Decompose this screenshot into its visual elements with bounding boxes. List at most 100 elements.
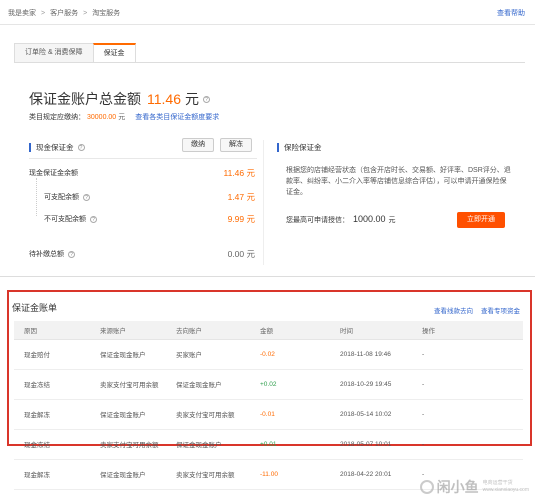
insurance-deposit-title: 保险保证金 — [284, 143, 322, 152]
cash-balance-label-text: 现金保证金余额 — [29, 170, 78, 177]
tab-bar-divider — [14, 62, 525, 63]
cell-time: 2018-05-14 10:02 — [330, 399, 412, 430]
cell-time: 2018-11-08 19:46 — [330, 339, 412, 370]
column-header-amount: 金额 — [250, 321, 330, 340]
table-header-row: 原因 来源账户 去向账户 金额 时间 操作 — [14, 321, 523, 340]
required-deposit-unit: 元 — [118, 114, 126, 121]
bill-title: 保证金账单 — [12, 303, 58, 313]
special-funds-link[interactable]: 查看专项资金 — [481, 305, 520, 315]
breadcrumb-item-taobao-service: 淘宝服务 — [92, 10, 121, 17]
help-link[interactable]: 查看帮助 — [497, 8, 525, 18]
insurance-limit-unit: 元 — [388, 217, 396, 224]
insurance-deposit-header: 保险保证金 — [277, 142, 322, 153]
cell-amount: +0.02 — [250, 369, 330, 400]
cell-time: 2018-10-29 19:45 — [330, 369, 412, 400]
table-row: 现金赔付 保证金现金账户 买家账户 -0.02 2018-11-08 19:46… — [14, 339, 523, 370]
pending-label: 待补缴总额 — [29, 251, 64, 258]
column-header-reason: 原因 — [14, 321, 90, 340]
column-header-destination: 去向账户 — [166, 321, 250, 340]
pending-value: 0.00 元 — [227, 249, 255, 259]
cell-action: - — [412, 429, 523, 460]
cell-time: 2018-04-22 20:01 — [330, 459, 412, 490]
cell-amount: -0.02 — [250, 339, 330, 370]
cell-action: - — [412, 369, 523, 400]
cell-destination: 保证金现金账户 — [166, 369, 250, 400]
available-balance-row: 可支配余额 ? — [44, 192, 90, 202]
pay-button[interactable]: 缴纳 — [182, 138, 214, 152]
required-deposit-value: 30000.00 — [87, 113, 117, 121]
cash-deposit-header: 现金保证金 ? — [29, 142, 85, 153]
breadcrumb-separator: > — [41, 9, 46, 17]
tab-order-insurance[interactable]: 订单险 & 消费保障 — [14, 43, 94, 62]
table-row: 现金冻结 卖家支付宝可用余额 保证金现金账户 +0.02 2018-10-29 … — [14, 369, 523, 400]
tab-deposit[interactable]: 保证金 — [92, 43, 136, 62]
cell-action: - — [412, 339, 523, 370]
tree-connector — [36, 178, 37, 216]
release-button[interactable]: 解冻 — [220, 138, 252, 152]
available-balance-value: 1.47 元 — [227, 192, 255, 202]
unavailable-balance-label: 不可支配余额 — [44, 216, 86, 223]
account-total-amount: 11.46 — [147, 91, 181, 107]
cell-source: 卖家支付宝可用余额 — [90, 429, 166, 460]
header-divider — [0, 24, 535, 25]
bill-table: 原因 来源账户 去向账户 金额 时间 操作 现金赔付 保证金现金账户 买家账户 … — [14, 321, 523, 490]
help-icon[interactable]: ? — [90, 215, 97, 223]
cell-reason: 现金解冻 — [14, 459, 90, 490]
query-funds-link[interactable]: 查看线款去向 — [434, 305, 473, 315]
insurance-limit-value: 1000.00 — [353, 214, 386, 224]
breadcrumb: 我是卖家 > 客户服务 > 淘宝服务 — [8, 8, 120, 18]
watermark-brand: 闲小鱼 — [436, 479, 479, 495]
cell-source: 保证金现金账户 — [90, 459, 166, 490]
help-icon[interactable]: ? — [68, 250, 75, 258]
insurance-limit-label: 您最高可申请授信： — [286, 217, 349, 224]
cell-reason: 现金解冻 — [14, 399, 90, 430]
insurance-limit-row: 您最高可申请授信： 1000.00 元 — [286, 214, 396, 225]
unavailable-balance-value: 9.99 元 — [227, 214, 255, 224]
pending-row: 待补缴总额 ? — [29, 249, 75, 259]
tab-bar: 订单险 & 消费保障 保证金 — [14, 43, 136, 62]
available-balance-label: 可支配余额 — [44, 194, 79, 201]
breadcrumb-separator: > — [83, 9, 88, 17]
watermark-subtitle: 电商运营干货 www.xianxiaoyu.com — [483, 480, 529, 494]
watermark-sub1: 电商运营干货 — [482, 480, 513, 486]
cell-source: 保证金现金账户 — [90, 399, 166, 430]
unavailable-balance-row: 不可支配余额 ? — [44, 214, 97, 224]
required-deposit-row: 类目规定应缴纳： 30000.00 元 查看各类目保证金额度要求 — [29, 112, 219, 122]
cell-source: 卖家支付宝可用余额 — [90, 369, 166, 400]
help-icon[interactable]: ? — [203, 95, 210, 103]
watermark-logo-icon — [419, 480, 434, 494]
cell-reason: 现金赔付 — [14, 339, 90, 370]
cell-destination: 卖家支付宝可用余额 — [166, 399, 250, 430]
table-row: 现金冻结 卖家支付宝可用余额 保证金现金账户 +0.01 2018-05-07 … — [14, 429, 523, 460]
cash-balance-label: 现金保证金余额 — [29, 168, 78, 178]
category-requirement-link[interactable]: 查看各类目保证金额度要求 — [135, 112, 219, 122]
open-now-button[interactable]: 立即开通 — [457, 212, 505, 228]
account-total: 保证金账户总金额 11.46 元 ? — [29, 89, 210, 109]
cell-destination: 买家账户 — [166, 339, 250, 370]
help-icon[interactable]: ? — [77, 144, 85, 151]
section-divider — [29, 158, 257, 159]
required-deposit-label: 类目规定应缴纳： — [29, 114, 85, 121]
breadcrumb-item-seller[interactable]: 我是卖家 — [8, 8, 36, 18]
cell-destination: 卖家支付宝可用余额 — [166, 459, 250, 490]
cell-time: 2018-05-07 10:01 — [330, 429, 412, 460]
cell-amount: -0.01 — [250, 399, 330, 430]
watermark: 闲小鱼 电商运营干货 www.xianxiaoyu.com — [419, 477, 529, 497]
column-header-action: 操作 — [412, 321, 523, 340]
table-row: 现金解冻 保证金现金账户 卖家支付宝可用余额 -0.01 2018-05-14 … — [14, 399, 523, 430]
breadcrumb-item-customer-service[interactable]: 客户服务 — [50, 8, 78, 18]
cash-balance-value: 11.46 元 — [223, 168, 255, 178]
cell-reason: 现金冻结 — [14, 369, 90, 400]
account-total-label: 保证金账户总金额 — [29, 91, 141, 107]
account-total-unit: 元 — [185, 91, 199, 107]
section-marker — [277, 143, 279, 152]
cash-deposit-title: 现金保证金 — [36, 143, 74, 152]
column-header-source: 来源账户 — [90, 321, 166, 340]
cell-destination: 保证金现金账户 — [166, 429, 250, 460]
cell-amount: +0.01 — [250, 429, 330, 460]
cell-amount: -11.00 — [250, 459, 330, 490]
help-icon[interactable]: ? — [83, 193, 90, 201]
cell-source: 保证金现金账户 — [90, 339, 166, 370]
insurance-description: 根据您的店铺经营状态（包含开店时长、交易额、好评率、DSR评分、退款率、纠纷率、… — [286, 167, 511, 196]
section-marker — [29, 143, 31, 152]
